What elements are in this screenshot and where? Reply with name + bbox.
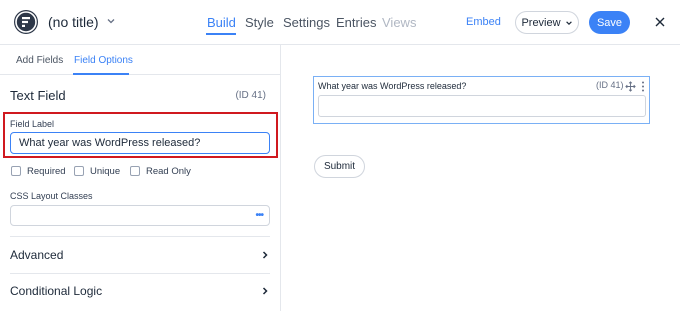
formidable-logo-icon[interactable] (14, 10, 38, 34)
kebab-menu-icon[interactable] (641, 81, 645, 92)
unique-label: Unique (90, 166, 121, 177)
more-dots-icon[interactable]: ••• (255, 210, 263, 221)
close-icon[interactable] (653, 15, 667, 29)
read-only-checkbox[interactable] (130, 166, 140, 176)
chevron-down-icon[interactable] (106, 16, 116, 26)
tab-active-indicator (73, 73, 129, 75)
field-type-title: Text Field (10, 88, 66, 103)
tab-field-options[interactable]: Field Options (74, 55, 133, 66)
field-label-input[interactable]: What year was WordPress released? (10, 132, 270, 154)
divider (10, 273, 270, 274)
css-classes-caption: CSS Layout Classes (10, 191, 93, 201)
field-settings-panel: Add Fields Field Options Text Field (ID … (0, 45, 281, 311)
required-label: Required (27, 166, 66, 177)
form-title[interactable]: (no title) (48, 14, 99, 30)
read-only-label: Read Only (146, 166, 191, 177)
nav-active-indicator (206, 33, 236, 35)
save-button[interactable]: Save (589, 11, 630, 34)
top-bar: (no title) Build Style Settings Entries … (0, 0, 680, 45)
nav-build[interactable]: Build (207, 15, 236, 30)
field-question-label: What year was WordPress released? (318, 81, 467, 91)
embed-button[interactable]: Embed (466, 16, 501, 28)
field-id-label: (ID 41) (596, 80, 624, 90)
chevron-right-icon[interactable] (260, 286, 270, 296)
required-checkbox[interactable] (11, 166, 21, 176)
nav-style[interactable]: Style (245, 15, 274, 30)
chevron-right-icon[interactable] (260, 250, 270, 260)
field-label-caption: Field Label (10, 119, 55, 129)
css-classes-input[interactable]: ••• (10, 205, 270, 226)
text-field-preview-input[interactable] (318, 95, 646, 117)
divider (10, 236, 270, 237)
advanced-section-toggle[interactable]: Advanced (10, 248, 63, 262)
sidebar-tabs: Add Fields Field Options (0, 45, 280, 75)
move-icon[interactable] (625, 81, 636, 92)
tab-add-fields[interactable]: Add Fields (16, 55, 63, 66)
unique-checkbox[interactable] (74, 166, 84, 176)
field-id-label: (ID 41) (235, 90, 266, 101)
chevron-down-icon (565, 20, 572, 25)
preview-label: Preview (521, 16, 561, 29)
nav-settings[interactable]: Settings (283, 15, 330, 30)
conditional-logic-section-toggle[interactable]: Conditional Logic (10, 284, 102, 298)
submit-button[interactable]: Submit (314, 155, 365, 178)
form-preview-canvas: What year was WordPress released? (ID 41… (281, 45, 680, 311)
form-field-card[interactable]: What year was WordPress released? (ID 41… (313, 76, 650, 124)
preview-button[interactable]: Preview (515, 11, 579, 34)
nav-entries[interactable]: Entries (336, 15, 376, 30)
nav-views: Views (382, 15, 417, 30)
